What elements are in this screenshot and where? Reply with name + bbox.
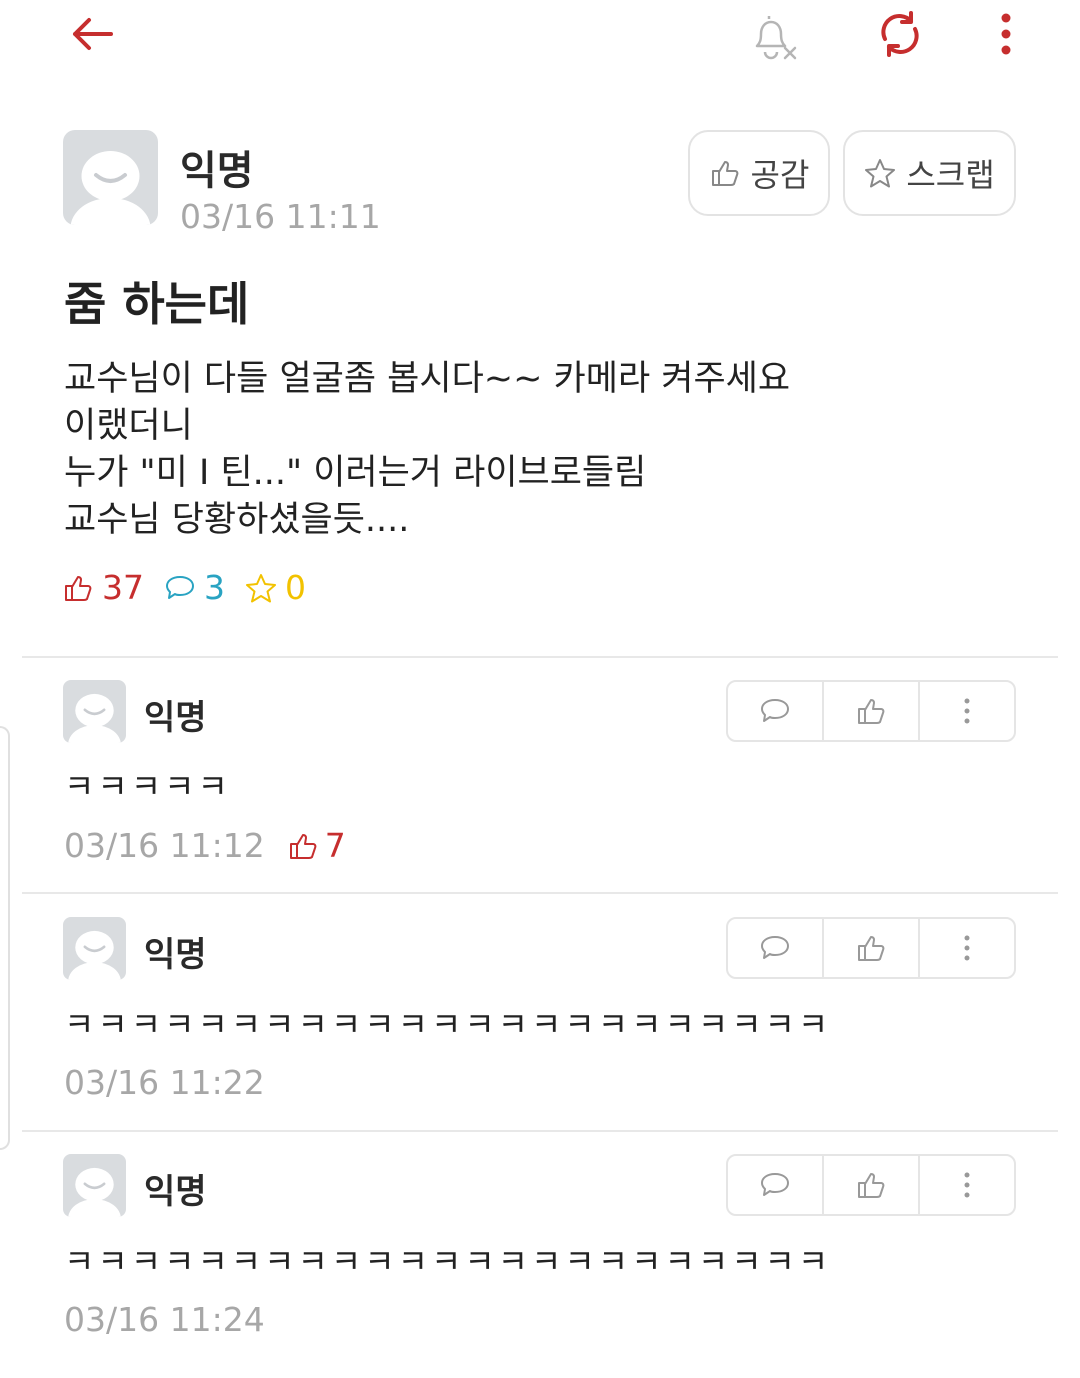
avatar: [63, 1154, 126, 1217]
arrow-left-icon: [73, 18, 113, 50]
comment-more-button[interactable]: [918, 1156, 1014, 1214]
post-author: 익명: [180, 148, 254, 194]
comment-more-button[interactable]: [918, 682, 1014, 740]
notification-off-button[interactable]: [744, 8, 804, 64]
comment-meta: 03/16 11:22: [64, 1063, 265, 1102]
avatar: [63, 680, 126, 743]
reply-button[interactable]: [728, 919, 822, 977]
more-vertical-icon: [964, 1172, 970, 1198]
comment-actions: [726, 917, 1016, 979]
thumbs-up-icon: [858, 699, 885, 724]
like-button-label: 공감: [750, 156, 810, 194]
comment-timestamp: 03/16 11:22: [64, 1063, 265, 1102]
thumbs-up-icon: [289, 833, 317, 859]
comment-author: 익명: [144, 698, 207, 738]
speech-bubble-icon: [761, 936, 789, 959]
scrap-button-label: 스크랩: [906, 156, 995, 194]
comment-text: ㅋㅋㅋㅋㅋㅋㅋㅋㅋㅋㅋㅋㅋㅋㅋㅋㅋㅋㅋㅋㅋㅋㅋ: [64, 1242, 832, 1281]
comment-meta: 03/16 11:24: [64, 1300, 265, 1339]
more-vertical-icon: [964, 698, 970, 724]
post-body-line: 교수님 당황하셨을듯....: [64, 500, 410, 540]
divider: [22, 1130, 1058, 1132]
comment-text: ㅋㅋㅋㅋㅋㅋㅋㅋㅋㅋㅋㅋㅋㅋㅋㅋㅋㅋㅋㅋㅋㅋㅋ: [64, 1005, 832, 1044]
comment-like-count: 7: [324, 826, 346, 865]
post-stats: 37 3 0: [62, 568, 326, 607]
post-body: 교수님이 다들 얼굴좀 봅시다~~ 카메라 켜주세요 이랬더니 누가 "미 I …: [64, 356, 790, 544]
comment-count: 3: [164, 568, 225, 607]
comment-meta: 03/16 11:12 7: [64, 826, 346, 865]
thumbs-up-icon: [858, 1173, 885, 1198]
star-icon: [865, 159, 896, 188]
thumbs-up-icon: [711, 161, 738, 186]
avatar: [63, 917, 126, 980]
comment-like-button[interactable]: [822, 919, 918, 977]
comment-actions: [726, 680, 1016, 742]
post-body-line: 누가 "미 I 틴..." 이러는거 라이브로들림: [64, 453, 647, 493]
top-bar: [0, 0, 1080, 90]
scrap-count: 0: [245, 568, 306, 607]
avatar: [63, 130, 158, 225]
more-vertical-icon: [1001, 13, 1011, 55]
comment-like-button[interactable]: [822, 1156, 918, 1214]
star-icon: [246, 573, 276, 602]
comment-timestamp: 03/16 11:24: [64, 1300, 265, 1339]
comment-count-value: 3: [204, 568, 225, 607]
thumbs-up-icon: [65, 575, 92, 601]
speech-bubble-icon: [761, 1173, 789, 1196]
more-vertical-icon: [964, 935, 970, 961]
thumbs-up-icon: [858, 936, 885, 961]
refresh-button[interactable]: [872, 8, 928, 60]
speech-bubble-icon: [761, 699, 789, 722]
comment-author: 익명: [144, 935, 207, 975]
refresh-icon: [881, 11, 919, 57]
comment-timestamp: 03/16 11:12: [64, 826, 265, 865]
comment-text: ㅋㅋㅋㅋㅋ: [64, 767, 231, 806]
comment-more-button[interactable]: [918, 919, 1014, 977]
more-menu-button[interactable]: [986, 8, 1026, 60]
comment-actions: [726, 1154, 1016, 1216]
post-timestamp: 03/16 11:11: [180, 197, 381, 236]
like-button[interactable]: 공감: [688, 130, 830, 216]
scroll-edge: [0, 726, 10, 1150]
reply-button[interactable]: [728, 1156, 822, 1214]
post-title: 줌 하는데: [64, 277, 250, 331]
post-body-line: 이랬더니: [64, 406, 193, 446]
reply-button[interactable]: [728, 682, 822, 740]
like-count: 37: [62, 568, 144, 607]
scrap-button[interactable]: 스크랩: [843, 130, 1016, 216]
speech-bubble-icon: [166, 575, 194, 599]
comment-like-button[interactable]: [822, 682, 918, 740]
divider: [22, 892, 1058, 894]
scrap-count-value: 0: [285, 568, 306, 607]
divider: [22, 656, 1058, 658]
bell-off-icon: [755, 16, 797, 60]
like-count-value: 37: [102, 568, 144, 607]
post-body-line: 교수님이 다들 얼굴좀 봅시다~~ 카메라 켜주세요: [64, 359, 791, 399]
comment-author: 익명: [144, 1172, 207, 1212]
back-button[interactable]: [60, 10, 124, 58]
